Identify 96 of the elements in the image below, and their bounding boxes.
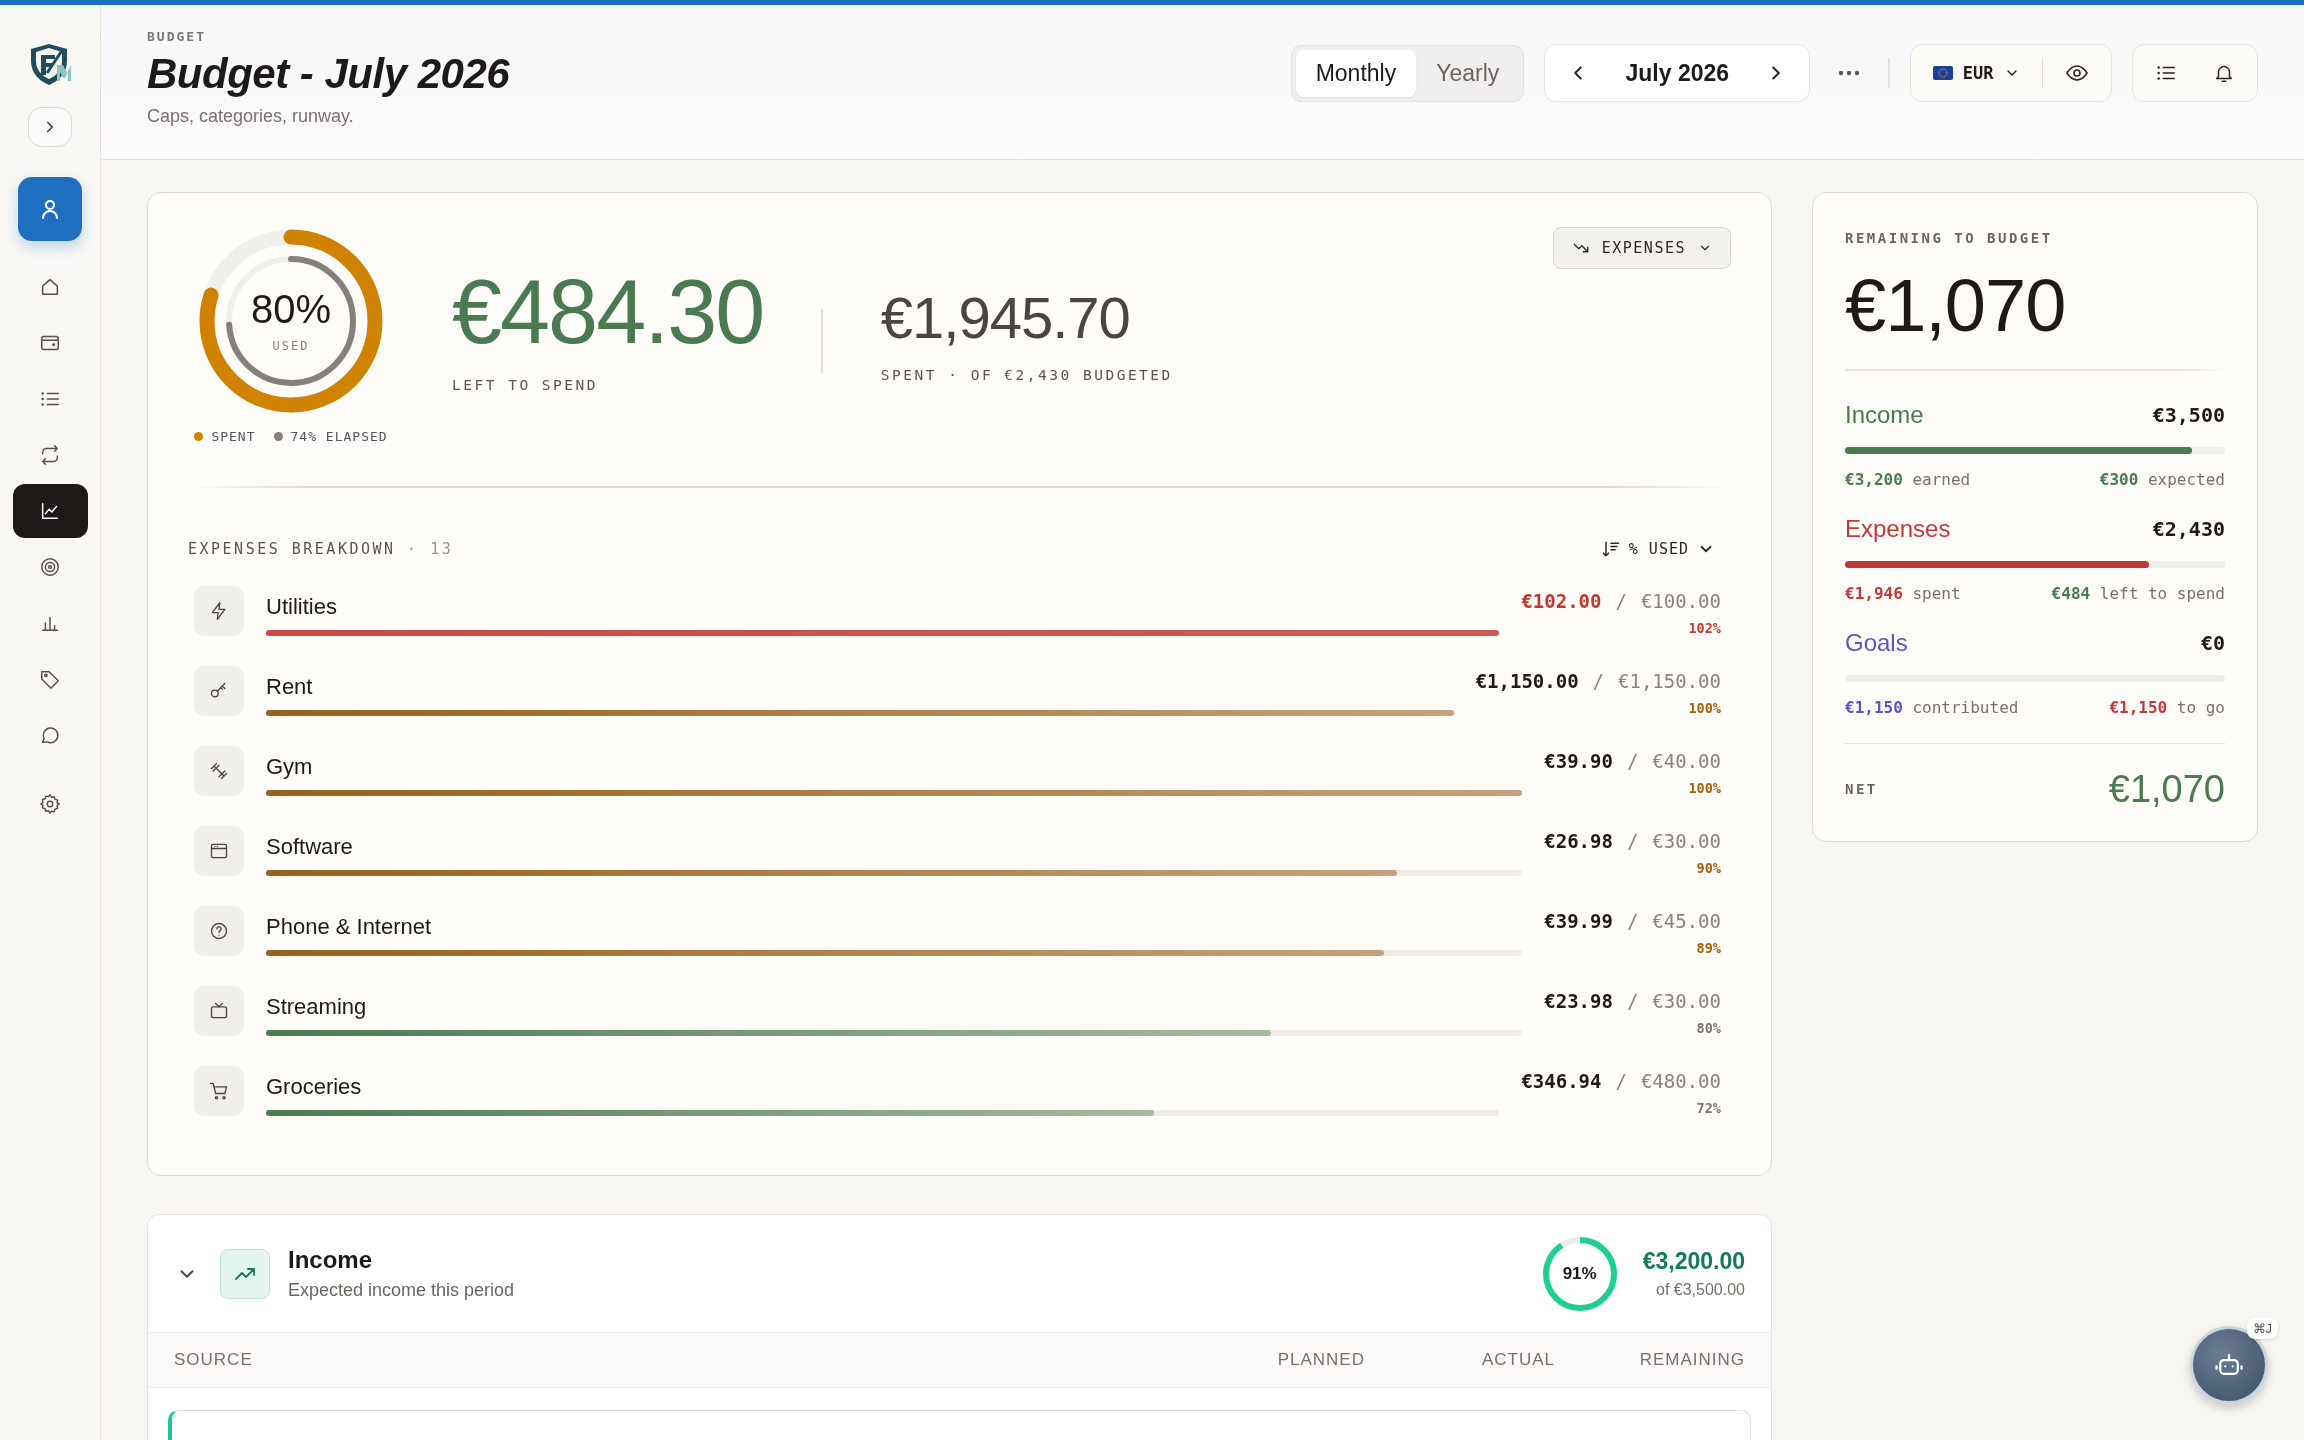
section-label: Expenses [1845, 514, 1951, 543]
section-detail: €1,150 contributed [1845, 697, 2019, 717]
remaining-amount: €1,070 [1845, 269, 2067, 343]
breakdown-title: EXPENSES BREAKDOWN · 13 [188, 539, 454, 558]
section-total: €0 [2200, 630, 2225, 655]
section-detail: €1,946 spent [1845, 583, 1961, 603]
help-circle-icon [209, 920, 229, 941]
legend-label: SPENT [211, 429, 256, 444]
percent-used: 89% [1695, 939, 1721, 956]
category-name: Phone & Internet [266, 913, 433, 940]
spent-label: SPENT · OF €2,430 BUDGETED [880, 367, 1173, 383]
target-icon [39, 556, 61, 578]
category-name: Streaming [266, 993, 368, 1020]
percent-used: 100% [1687, 699, 1721, 716]
spent-value: €346.94 [1521, 1069, 1602, 1092]
section-detail: €484 left to spend [2051, 583, 2225, 603]
tv-icon [209, 1000, 229, 1021]
net-amount: €1,070 [2108, 767, 2225, 811]
column-header: ACTUAL [1480, 1350, 1555, 1370]
home-icon [39, 276, 61, 298]
tag-icon [39, 668, 61, 690]
page-subtitle: Caps, categories, runway. [147, 106, 355, 127]
percent-used: 80% [1695, 1019, 1721, 1036]
spent-value: €102.00 [1521, 589, 1602, 612]
currency-dropdown[interactable]: EUR [1924, 57, 2028, 89]
actual-amount: €3,200.00 [1642, 1248, 1745, 1275]
budget-value: €30.00 [1652, 829, 1721, 852]
separator: / [1626, 989, 1639, 1012]
category-name: Rent [266, 673, 314, 700]
separator: / [1615, 1069, 1627, 1092]
percent-used: 90% [1695, 859, 1721, 876]
dumbbell-icon [209, 760, 229, 781]
percent-used: 72% [1695, 1099, 1721, 1116]
spent-value: €1,150.00 [1475, 669, 1579, 692]
period-tab[interactable]: Monthly [1295, 49, 1417, 97]
left-to-spend-label: LEFT TO SPEND [452, 377, 599, 393]
more-icon [1838, 70, 1861, 76]
settings-icon [39, 793, 61, 815]
separator: / [1626, 829, 1639, 852]
separator: / [1615, 589, 1627, 612]
category-name: Utilities [266, 593, 338, 620]
column-header: REMAINING [1638, 1350, 1745, 1370]
budget-value: €40.00 [1652, 749, 1721, 772]
section-label: Goals [1845, 628, 1908, 657]
used-percent: 80% [250, 289, 332, 329]
page-eyebrow: BUDGET [147, 29, 207, 44]
category-name: Groceries [266, 1073, 363, 1100]
sort-dropdown[interactable]: % USED [1594, 537, 1721, 560]
section-label: Income [1845, 400, 1924, 429]
remaining-label: REMAINING TO BUDGET [1845, 230, 2053, 246]
shortcut-badge: ⌘J [2246, 1318, 2278, 1339]
legend-dot [273, 432, 283, 441]
net-label: NET [1845, 781, 1878, 797]
column-header: SOURCE [174, 1350, 254, 1370]
spent-value: €39.99 [1544, 909, 1613, 932]
progress-percent: 91% [1562, 1263, 1597, 1284]
spent-value: €26.98 [1544, 829, 1613, 852]
section-total: €3,500 [2152, 402, 2225, 427]
percent-used: 102% [1687, 619, 1721, 636]
category-name: Software [266, 833, 354, 860]
percent-used: 100% [1687, 779, 1721, 796]
spent-amount: €1,945.70 [880, 289, 1131, 347]
column-header: PLANNED [1276, 1350, 1365, 1370]
flag-icon [1932, 66, 1953, 80]
line-chart-icon [39, 500, 61, 522]
page-title: Budget - July 2026 [147, 50, 510, 98]
left-to-spend-amount: €484.30 [452, 267, 764, 357]
spent-value: €39.90 [1544, 749, 1613, 772]
budget-value: €100.00 [1640, 589, 1721, 612]
category-name: Gym [266, 753, 314, 780]
period-tab[interactable]: Yearly [1416, 49, 1520, 97]
cart-icon [209, 1080, 229, 1101]
nav-item[interactable] [12, 484, 88, 538]
month-label: July 2026 [1624, 59, 1731, 87]
budget-value: €480.00 [1640, 1069, 1721, 1092]
repeat-icon [39, 444, 61, 466]
section-detail: €300 expected [2099, 469, 2225, 489]
type-dropdown[interactable]: EXPENSES [1552, 227, 1731, 269]
section-detail: €1,150 to go [2109, 697, 2225, 717]
profile-button[interactable] [18, 177, 82, 241]
used-label: USED [272, 339, 310, 353]
separator: / [1592, 669, 1605, 692]
separator: / [1626, 749, 1639, 772]
separator: / [1626, 909, 1639, 932]
legend-dot [194, 432, 204, 441]
budget-value: €45.00 [1652, 909, 1721, 932]
section-detail: €3,200 earned [1845, 469, 1971, 489]
budget-value: €1,150.00 [1618, 669, 1721, 692]
planned-amount: of €3,500.00 [1656, 1281, 1745, 1299]
chat-bubble-icon [39, 724, 61, 746]
spent-value: €23.98 [1544, 989, 1613, 1012]
section-title: Income [288, 1246, 374, 1274]
legend-label: 74% ELAPSED [290, 429, 388, 444]
budget-value: €30.00 [1652, 989, 1721, 1012]
section-subtitle: Expected income this period [288, 1280, 516, 1301]
section-total: €2,430 [2152, 516, 2225, 541]
